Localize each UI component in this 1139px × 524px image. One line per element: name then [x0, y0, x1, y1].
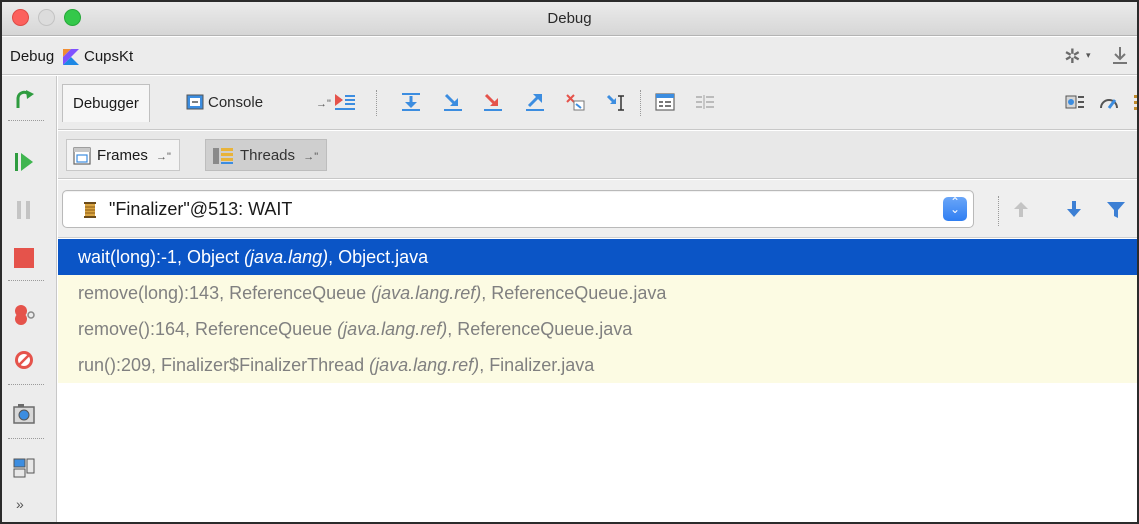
force-step-into-icon[interactable] — [482, 92, 504, 112]
mute-breakpoints-icon[interactable] — [12, 348, 36, 372]
tab-threads-label: Threads — [240, 147, 296, 164]
gear-icon[interactable]: ✲ — [1064, 44, 1081, 69]
frame-method: remove():164, ReferenceQueue — [78, 319, 338, 339]
camera-icon[interactable] — [12, 402, 36, 426]
more-icon[interactable]: » — [16, 496, 24, 512]
frame-file: , ReferenceQueue.java — [481, 283, 667, 303]
evaluate-expression-icon[interactable] — [654, 92, 676, 112]
frame-method: run():209, Finalizer$FinalizerThread — [78, 355, 370, 375]
pin-tab-icon[interactable]: →" — [156, 151, 171, 163]
debugger-toolbar: Debugger Console →" — [58, 76, 1137, 130]
session-bar: Debug CupsKt ✲ ▾ — [2, 37, 1137, 75]
toolbar-separator — [8, 384, 44, 385]
frame-file: , Finalizer.java — [479, 355, 595, 375]
thread-selector[interactable]: "Finalizer"@513: WAIT — [62, 190, 974, 228]
thread-icon — [84, 202, 96, 218]
frame-package: (java.lang) — [244, 247, 329, 267]
resume-icon[interactable] — [12, 150, 36, 174]
run-to-cursor-icon[interactable] — [606, 92, 628, 112]
frame-package: (java.lang.ref) — [369, 355, 480, 375]
window-title: Debug — [547, 10, 592, 27]
threads-icon — [213, 148, 233, 164]
session-config-tab[interactable]: CupsKt — [84, 48, 133, 65]
pause-icon[interactable] — [12, 198, 36, 222]
settings-icon[interactable] — [1132, 92, 1139, 112]
title-bar: Debug — [2, 2, 1137, 36]
toolbar-separator — [8, 280, 44, 281]
tab-frames[interactable]: Frames →" — [66, 139, 180, 171]
frame-package: (java.lang.ref) — [337, 319, 448, 339]
frame-method: wait(long):-1, Object — [78, 247, 245, 267]
thread-selector-row: "Finalizer"@513: WAIT — [58, 180, 1137, 238]
frame-row[interactable]: run():209, Finalizer$FinalizerThread (ja… — [58, 347, 1137, 383]
frame-file: , Object.java — [328, 247, 429, 267]
kotlin-icon — [63, 49, 79, 65]
toolbar-separator — [640, 90, 641, 116]
pin-tab-icon[interactable]: →" — [316, 98, 331, 110]
pin-tab-icon[interactable]: →" — [303, 151, 318, 163]
step-into-icon[interactable] — [442, 92, 464, 112]
show-execution-point-icon[interactable] — [334, 92, 356, 112]
tab-frames-label: Frames — [97, 147, 148, 164]
rerun-icon[interactable] — [12, 88, 36, 112]
frame-file: , ReferenceQueue.java — [447, 319, 633, 339]
toolbar-separator — [8, 438, 44, 439]
trace-icon[interactable] — [694, 92, 716, 112]
tab-threads[interactable]: Threads →" — [205, 139, 328, 171]
chevron-down-icon[interactable]: ▾ — [1086, 50, 1091, 61]
frame-method: remove(long):143, ReferenceQueue — [78, 283, 372, 303]
frames-threads-tabs: Frames →" Threads →" — [58, 131, 1137, 179]
left-toolbar: » — [2, 76, 57, 522]
download-icon[interactable] — [1111, 45, 1129, 65]
next-frame-icon[interactable] — [1066, 200, 1082, 218]
drop-frame-icon[interactable] — [564, 92, 586, 112]
filter-icon[interactable] — [1106, 200, 1126, 220]
layout-icon[interactable] — [12, 456, 36, 480]
toolbar-separator — [998, 196, 999, 226]
tab-debugger[interactable]: Debugger — [62, 84, 150, 122]
step-over-icon[interactable] — [400, 92, 422, 112]
frame-row[interactable]: remove():164, ReferenceQueue (java.lang.… — [58, 311, 1137, 347]
tab-console[interactable]: Console — [182, 91, 263, 115]
view-breakpoints-icon[interactable] — [12, 302, 36, 326]
step-out-icon[interactable] — [524, 92, 546, 112]
frame-package: (java.lang.ref) — [371, 283, 482, 303]
gauge-icon[interactable] — [1098, 92, 1120, 112]
debug-window: Debug Debug CupsKt ✲ ▾ » Debugger Consol… — [0, 0, 1139, 524]
frames-list: wait(long):-1, Object (java.lang), Objec… — [58, 239, 1137, 522]
stop-icon[interactable] — [12, 246, 36, 270]
toolbar-separator — [376, 90, 377, 116]
frame-row[interactable]: remove(long):143, ReferenceQueue (java.l… — [58, 275, 1137, 311]
chevron-up-down-icon[interactable] — [943, 195, 967, 221]
thread-selector-value: "Finalizer"@513: WAIT — [109, 199, 293, 219]
previous-frame-icon[interactable] — [1013, 200, 1029, 218]
frame-row[interactable]: wait(long):-1, Object (java.lang), Objec… — [58, 239, 1137, 275]
toolbar-separator — [8, 120, 44, 121]
frames-icon — [73, 147, 91, 165]
restore-layout-icon[interactable] — [1064, 92, 1086, 112]
session-label: Debug — [10, 48, 55, 65]
